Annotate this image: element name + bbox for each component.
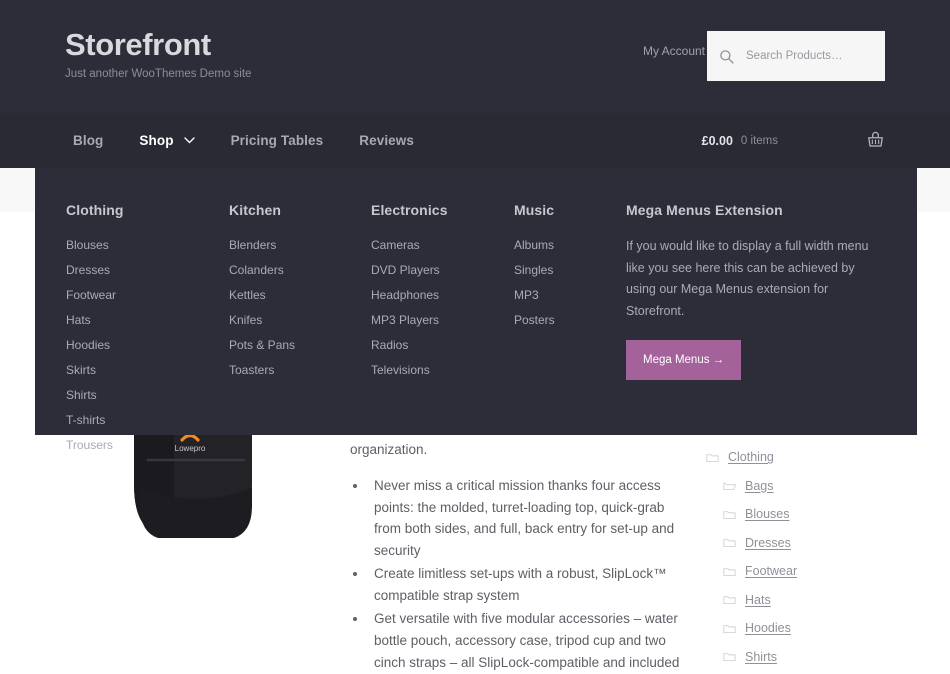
category-item-bags[interactable]: Bags — [706, 479, 896, 493]
mega-menu-link[interactable]: Dresses — [66, 263, 110, 277]
mega-menu-link[interactable]: MP3 — [514, 288, 539, 302]
column-links: Blouses Dresses Footwear Hats Hoodies Sk… — [66, 236, 219, 455]
shopping-basket-icon[interactable] — [866, 131, 885, 150]
site-header: Storefront Just another WooThemes Demo s… — [0, 0, 950, 113]
column-links: Albums Singles MP3 Posters — [514, 236, 616, 330]
mega-menu-link[interactable]: Blenders — [229, 238, 276, 252]
category-item-dresses[interactable]: Dresses — [706, 536, 896, 550]
mega-menu-link[interactable]: Hoodies — [66, 338, 110, 352]
category-link[interactable]: Clothing — [728, 450, 774, 464]
promo-text: If you would like to display a full widt… — [626, 239, 869, 318]
category-link[interactable]: Footwear — [745, 564, 797, 578]
mega-menu-link[interactable]: MP3 Players — [371, 313, 439, 327]
mega-menu-link[interactable]: Hats — [66, 313, 91, 327]
mega-menu-link[interactable]: Knifes — [229, 313, 262, 327]
mega-menu-link[interactable]: Trousers — [66, 438, 113, 452]
mega-menu-column-kitchen: Kitchen Blenders Colanders Kettles Knife… — [229, 202, 371, 435]
mega-menu-link[interactable]: Headphones — [371, 288, 439, 302]
nav-item-reviews[interactable]: Reviews — [341, 113, 432, 168]
category-link[interactable]: Shirts — [745, 650, 777, 664]
category-item-hoodies[interactable]: Hoodies — [706, 621, 896, 635]
category-item-footwear[interactable]: Footwear — [706, 564, 896, 578]
nav-item-shop[interactable]: Shop — [121, 113, 212, 168]
category-link[interactable]: Bags — [745, 479, 774, 493]
category-link[interactable]: Blouses — [745, 507, 789, 521]
column-heading: Electronics — [371, 202, 448, 218]
column-links: Blenders Colanders Kettles Knifes Pots &… — [229, 236, 361, 380]
feature-item: Get versatile with five modular accessor… — [368, 608, 680, 674]
nav-menu: Blog Shop Pricing Tables Reviews — [55, 113, 432, 168]
mega-menu-link[interactable]: Blouses — [66, 238, 109, 252]
mega-menu-link[interactable]: Kettles — [229, 288, 266, 302]
mega-menu-link[interactable]: T-shirts — [66, 413, 105, 427]
mega-menu-link[interactable]: Radios — [371, 338, 408, 352]
nav-label: Pricing Tables — [230, 133, 324, 148]
mega-menu-link[interactable]: Singles — [514, 263, 553, 277]
page-root: Storefront Just another WooThemes Demo s… — [0, 0, 950, 674]
site-description: Just another WooThemes Demo site — [65, 68, 252, 81]
mega-menu-link[interactable]: Skirts — [66, 363, 96, 377]
nav-label: Blog — [73, 133, 104, 148]
column-links: Cameras DVD Players Headphones MP3 Playe… — [371, 236, 504, 380]
category-link[interactable]: Hats — [745, 593, 771, 607]
mega-menu-column-clothing: Clothing Blouses Dresses Footwear Hats H… — [66, 202, 229, 452]
mega-menu-link[interactable]: Albums — [514, 238, 554, 252]
shop-mega-menu: Clothing Blouses Dresses Footwear Hats H… — [35, 168, 917, 452]
column-heading: Music — [514, 202, 555, 218]
mega-menu-link[interactable]: Cameras — [371, 238, 420, 252]
product-summary: on all fronts: accessibility, versatilit… — [350, 417, 680, 674]
product-search-form[interactable] — [707, 31, 885, 81]
product-categories-widget: Clothing Bags Blouses Dresses Footwear H… — [706, 450, 896, 674]
category-item-clothing[interactable]: Clothing — [706, 450, 896, 464]
mega-menu-link[interactable]: Colanders — [229, 263, 284, 277]
product-feature-list: Never miss a critical mission thanks fou… — [368, 475, 680, 674]
mega-menu-column-electronics: Electronics Cameras DVD Players Headphon… — [371, 202, 514, 435]
feature-item: Create limitless set-ups with a robust, … — [368, 563, 680, 607]
mega-menu-link[interactable]: Toasters — [229, 363, 274, 377]
nav-label: Shop — [139, 133, 174, 148]
folder-icon — [723, 567, 736, 576]
folder-icon — [723, 653, 736, 662]
category-link[interactable]: Hoodies — [745, 621, 791, 635]
promo-heading: Mega Menus Extension — [626, 202, 783, 218]
nav-item-blog[interactable]: Blog — [55, 113, 121, 168]
mega-menu-promo: Mega Menus Extension If you would like t… — [626, 202, 884, 435]
mega-menu-link[interactable]: Televisions — [371, 363, 430, 377]
cart-contents[interactable]: £0.00 0 items — [702, 113, 885, 168]
mega-menu-column-music: Music Albums Singles MP3 Posters — [514, 202, 626, 435]
my-account-link[interactable]: My Account — [643, 44, 705, 58]
mega-menu-link[interactable]: Footwear — [66, 288, 116, 302]
folder-open-icon — [723, 482, 736, 491]
nav-item-pricing-tables[interactable]: Pricing Tables — [213, 113, 342, 168]
folder-icon — [706, 453, 719, 462]
mega-menu-link[interactable]: Posters — [514, 313, 555, 327]
mega-menus-button[interactable]: Mega Menus → — [626, 340, 742, 380]
category-item-blouses[interactable]: Blouses — [706, 507, 896, 521]
folder-icon — [723, 539, 736, 548]
column-heading: Kitchen — [229, 202, 282, 218]
site-branding[interactable]: Storefront Just another WooThemes Demo s… — [65, 27, 252, 81]
mega-menu-link[interactable]: DVD Players — [371, 263, 440, 277]
folder-icon — [723, 510, 736, 519]
mega-menu-link[interactable]: Shirts — [66, 388, 97, 402]
cart-total-amount: £0.00 — [701, 133, 733, 148]
folder-icon — [723, 624, 736, 633]
feature-item: Never miss a critical mission thanks fou… — [368, 475, 680, 562]
nav-label: Reviews — [359, 133, 414, 148]
search-input[interactable] — [746, 50, 871, 62]
cart-item-count: 0 items — [740, 134, 778, 147]
category-item-shirts[interactable]: Shirts — [706, 650, 896, 664]
primary-navigation: Blog Shop Pricing Tables Reviews £0.00 0… — [0, 113, 950, 168]
mega-menu-link[interactable]: Pots & Pans — [229, 338, 295, 352]
folder-icon — [723, 596, 736, 605]
category-item-hats[interactable]: Hats — [706, 593, 896, 607]
category-link[interactable]: Dresses — [745, 536, 791, 550]
chevron-down-icon — [183, 137, 195, 144]
site-title: Storefront — [65, 27, 211, 62]
search-icon — [720, 49, 734, 64]
column-heading: Clothing — [66, 202, 124, 218]
